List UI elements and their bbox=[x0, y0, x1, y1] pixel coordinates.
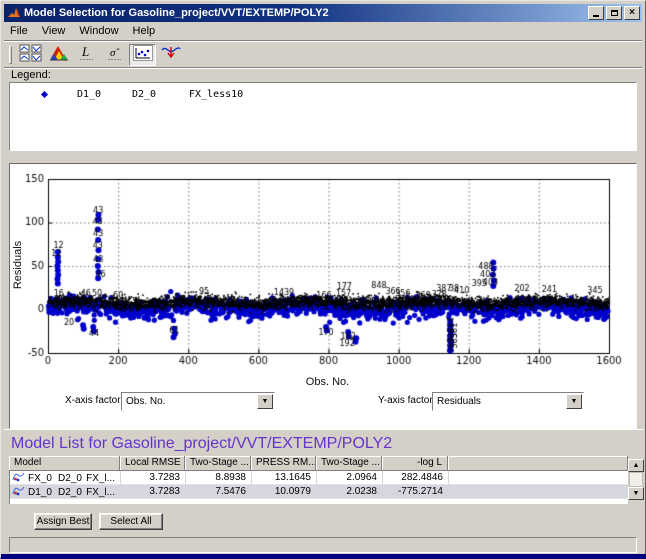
column-header[interactable]: PRESS RM... bbox=[251, 456, 316, 471]
model-list-title: Model List for Gasoline_project/VVT/EXTE… bbox=[4, 429, 644, 456]
menu-item-file[interactable]: File bbox=[4, 24, 36, 39]
y-factor-value: Residuals bbox=[437, 396, 481, 407]
background-edge bbox=[1, 554, 646, 559]
model-part: FX_l... bbox=[86, 473, 115, 484]
matlab-icon bbox=[7, 6, 21, 20]
model-part: FX_0 bbox=[28, 473, 58, 484]
column-header[interactable]: Two-Stage ... bbox=[185, 456, 251, 471]
residuals-scatter-plot[interactable] bbox=[11, 165, 635, 377]
sigma-hat-icon: σ̂ bbox=[105, 44, 125, 67]
close-button[interactable]: × bbox=[624, 6, 640, 20]
x-factor-dropdown-arrow[interactable]: ▼ bbox=[257, 394, 273, 409]
x-axis-label: Obs. No. bbox=[47, 376, 608, 388]
scatter-view-button[interactable] bbox=[129, 44, 156, 66]
likelihood-icon: L bbox=[77, 44, 97, 67]
value-cell: 7.5476 bbox=[186, 485, 252, 499]
legend-entry-fx_less10: FX_less10 bbox=[189, 89, 243, 100]
maximize-icon bbox=[611, 10, 618, 16]
multi-plot-icon bbox=[19, 44, 42, 67]
value-cell: 2.0238 bbox=[317, 485, 383, 499]
svg-text:L: L bbox=[81, 44, 89, 59]
model-part: D1_0 bbox=[28, 487, 58, 498]
table-scrollbar[interactable]: ▲ ▼ bbox=[628, 456, 644, 502]
x-factor-label: X-axis factor: bbox=[65, 395, 123, 406]
curve-arrow-icon bbox=[160, 44, 182, 67]
legend-entry-d1_0: D1_0 bbox=[77, 89, 101, 100]
model-cell: D1_0D2_0FX_l... bbox=[10, 485, 121, 499]
y-factor-dropdown-arrow[interactable]: ▼ bbox=[566, 394, 582, 409]
table-header-row: ModelLocal RMSETwo-Stage ...PRESS RM...T… bbox=[9, 456, 628, 471]
surface-view-button[interactable] bbox=[45, 44, 72, 66]
value-cell: 3.7283 bbox=[121, 471, 186, 485]
menu-item-window[interactable]: Window bbox=[73, 24, 126, 39]
select-all-button[interactable]: Select All bbox=[99, 513, 163, 530]
title-bar[interactable]: Model Selection for Gasoline_project/VVT… bbox=[4, 4, 642, 22]
model-icon bbox=[12, 485, 25, 499]
value-cell: 10.0979 bbox=[252, 485, 317, 499]
toolbar-separator bbox=[4, 67, 642, 69]
minimize-button[interactable] bbox=[588, 6, 604, 20]
likelihood-button[interactable]: L bbox=[73, 44, 100, 66]
x-factor-value: Obs. No. bbox=[126, 396, 165, 407]
menu-bar: FileViewWindowHelp bbox=[4, 23, 642, 40]
y-factor-label: Y-axis factor: bbox=[378, 395, 435, 406]
toolbar: Lσ̂ bbox=[4, 43, 642, 67]
model-selection-window: Model Selection for Gasoline_project/VVT… bbox=[0, 0, 646, 558]
x-factor-select[interactable]: Obs. No. ▼ bbox=[121, 392, 275, 411]
outlier-removal-button[interactable] bbox=[157, 44, 184, 66]
column-header[interactable]: Two-Stage ... bbox=[316, 456, 382, 471]
surface-3d-icon bbox=[49, 44, 69, 67]
svg-text:σ̂: σ̂ bbox=[110, 47, 120, 59]
scrollbar-track[interactable] bbox=[629, 472, 643, 487]
menu-separator bbox=[4, 40, 642, 42]
value-cell: 13.1645 bbox=[252, 471, 317, 485]
legend-panel: D1_0 D2_0 FX_less10 bbox=[9, 82, 637, 151]
rmse-button[interactable]: σ̂ bbox=[101, 44, 128, 66]
window-title: Model Selection for Gasoline_project/VVT… bbox=[24, 7, 586, 19]
status-bar bbox=[9, 537, 637, 553]
value-cell: 2.0964 bbox=[317, 471, 383, 485]
model-part: FX_l... bbox=[86, 487, 115, 498]
menu-item-help[interactable]: Help bbox=[127, 24, 164, 39]
model-part: D2_0 bbox=[58, 473, 86, 484]
column-header[interactable]: -log L bbox=[382, 456, 448, 471]
toolbar-grip[interactable] bbox=[9, 46, 12, 64]
value-cell: 282.4846 bbox=[383, 471, 449, 485]
table-body: FX_0D2_0FX_l...3.72838.893813.16452.0964… bbox=[9, 471, 628, 504]
column-header[interactable]: Model bbox=[9, 456, 120, 471]
legend-marker-icon bbox=[41, 91, 48, 98]
legend-entry-row: D1_0 D2_0 FX_less10 bbox=[10, 88, 636, 104]
value-cell: 3.7283 bbox=[121, 485, 186, 499]
model-cell: FX_0D2_0FX_l... bbox=[10, 471, 121, 485]
y-factor-select[interactable]: Residuals ▼ bbox=[432, 392, 584, 411]
value-cell: 8.8938 bbox=[186, 471, 252, 485]
model-part: D2_0 bbox=[58, 487, 86, 498]
menu-item-view[interactable]: View bbox=[36, 24, 74, 39]
value-cell: -775.2714 bbox=[383, 485, 449, 499]
scroll-up-button[interactable]: ▲ bbox=[628, 459, 644, 472]
legend-entry-d2_0: D2_0 bbox=[132, 89, 156, 100]
scatter-plot-icon bbox=[133, 45, 153, 66]
y-axis-label: Residuals bbox=[12, 235, 24, 295]
maximize-button[interactable] bbox=[606, 6, 622, 20]
table-row[interactable]: FX_0D2_0FX_l...3.72838.893813.16452.0964… bbox=[10, 471, 628, 485]
scroll-down-button[interactable]: ▼ bbox=[628, 487, 644, 500]
subplot-view-button[interactable] bbox=[17, 44, 44, 66]
minimize-icon bbox=[593, 15, 599, 17]
plot-panel: Residuals Obs. No. X-axis factor: Obs. N… bbox=[9, 163, 637, 429]
model-icon bbox=[12, 471, 25, 485]
table-row[interactable]: D1_0D2_0FX_l...3.72837.547610.09792.0238… bbox=[10, 485, 628, 499]
close-icon: × bbox=[629, 8, 635, 18]
row-filler bbox=[449, 471, 628, 485]
column-header-filler bbox=[448, 456, 628, 471]
row-filler bbox=[449, 485, 628, 499]
legend-label: Legend: bbox=[11, 69, 51, 81]
model-list-table: ModelLocal RMSETwo-Stage ...PRESS RM...T… bbox=[9, 456, 644, 504]
column-header[interactable]: Local RMSE bbox=[120, 456, 185, 471]
assign-best-button[interactable]: Assign Best bbox=[34, 513, 92, 530]
